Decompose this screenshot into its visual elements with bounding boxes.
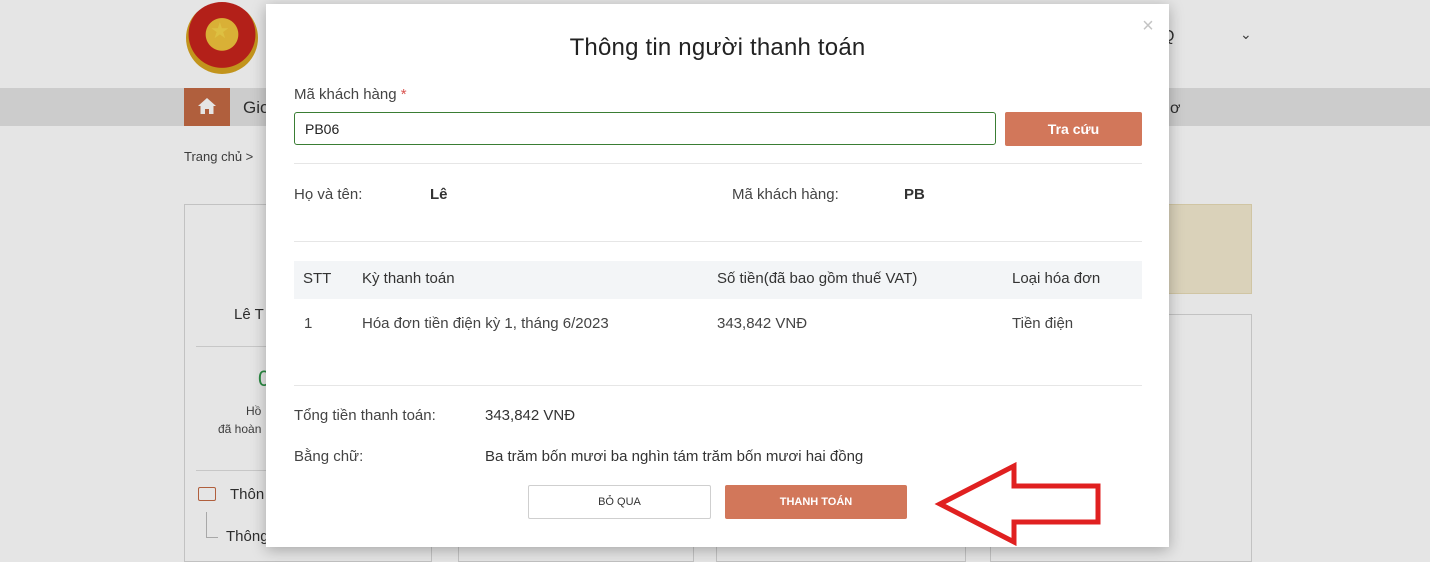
total-label: Tổng tiền thanh toán: [294,407,436,424]
column-header-period: Kỳ thanh toán [362,270,455,287]
total-value: 343,842 VNĐ [485,407,576,424]
column-header-index: STT [303,270,332,287]
left-arrow-annotation-icon [934,462,1101,546]
in-words-label: Bằng chữ: [294,448,364,465]
customer-code-input[interactable] [294,112,996,145]
divider [294,241,1142,242]
required-marker: * [400,86,407,103]
customer-code-label-text: Mã khách hàng [294,86,397,103]
column-header-invoice-type: Loại hóa đơn [1012,270,1101,287]
divider [294,163,1142,164]
customer-code-label: Mã khách hàng * [294,86,407,103]
cell-index: 1 [304,315,313,332]
skip-button[interactable]: BỎ QUA [528,485,711,519]
cell-invoice-type: Tiền điện [1012,315,1074,332]
full-name-label: Họ và tên: [294,186,363,203]
cell-period: Hóa đơn tiền điện kỳ 1, tháng 6/2023 [362,315,609,332]
customer-code-info-label: Mã khách hàng: [732,186,839,203]
cell-amount: 343,842 VNĐ [717,315,808,332]
close-icon[interactable]: × [1138,16,1158,36]
pay-button[interactable]: THANH TOÁN [725,485,907,519]
customer-code-info-value: PB [904,186,925,203]
column-header-amount: Số tiền(đã bao gồm thuế VAT) [717,270,918,287]
in-words-value: Ba trăm bốn mươi ba nghìn tám trăm bốn m… [485,448,864,465]
divider [294,385,1142,386]
modal-title: Thông tin người thanh toán [569,34,866,61]
lookup-button[interactable]: Tra cứu [1005,112,1142,146]
full-name-value: Lê [430,186,448,203]
